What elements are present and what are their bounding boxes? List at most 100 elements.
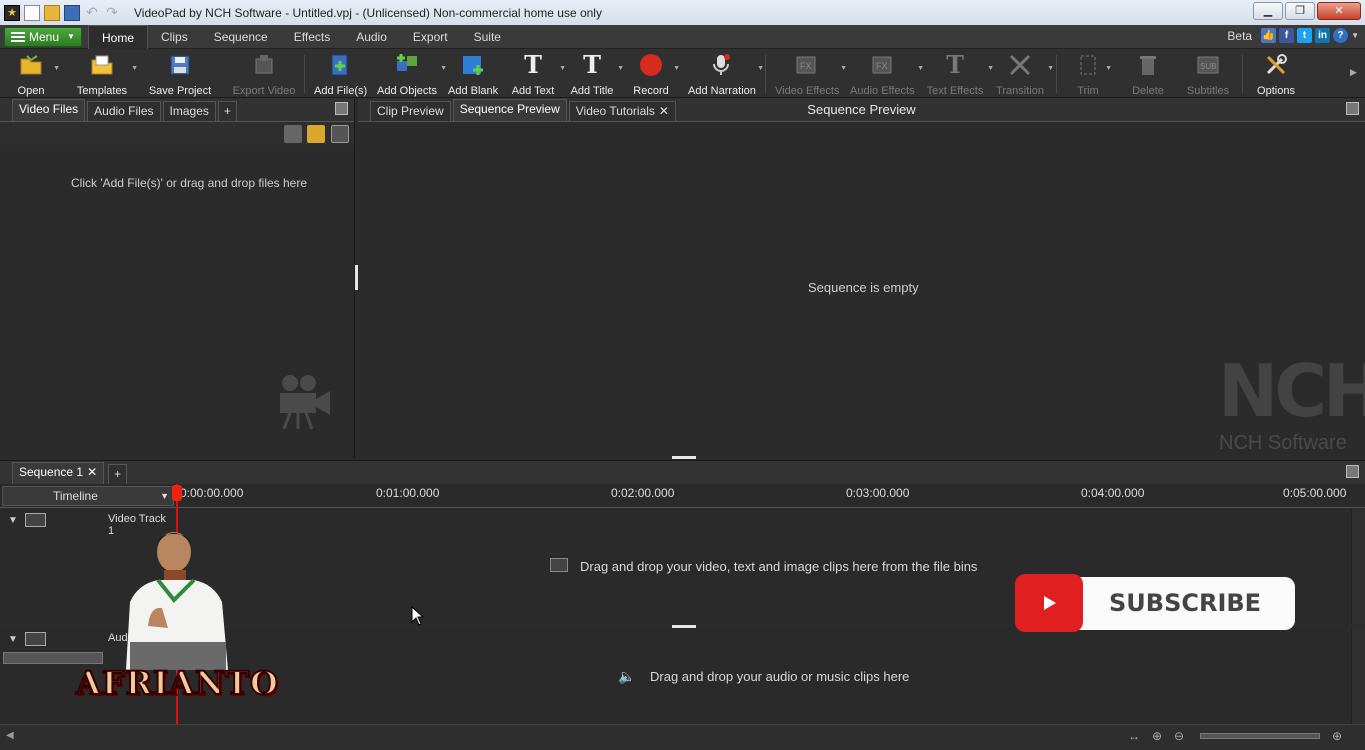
collapse-triangle-icon[interactable]: ▼ [8,634,18,645]
new-folder-icon[interactable] [307,125,325,143]
chevron-down-icon[interactable]: ▼ [840,65,847,72]
options-label: Options [1257,85,1295,97]
chevron-down-icon[interactable]: ▼ [53,65,60,72]
chevron-down-icon[interactable]: ▼ [917,65,924,72]
options-button[interactable]: Options [1256,53,1296,97]
save-disk-icon [168,53,192,77]
record-button[interactable]: Record ▼ [632,53,680,97]
facebook-icon[interactable]: f [1279,28,1295,43]
audio-drop-message: Drag and drop your audio or music clips … [650,669,910,684]
export-video-label: Export Video [232,85,296,97]
zoom-in-icon[interactable]: ⊕ [1332,729,1342,743]
speaker-icon[interactable] [25,632,46,646]
fit-width-icon[interactable]: ↔ [1128,729,1140,743]
record-circle-icon [639,53,663,77]
templates-button[interactable]: Templates ▼ [76,53,138,97]
add-sequence-button[interactable]: + [108,464,128,484]
collapse-triangle-icon[interactable]: ▼ [8,515,18,526]
add-files-button[interactable]: Add File(s) [314,53,367,97]
tab-audio[interactable]: Audio [343,25,400,49]
tab-suite[interactable]: Suite [461,25,514,49]
trash-icon[interactable] [284,125,302,143]
playhead-handle[interactable] [172,485,182,501]
add-text-button[interactable]: T Add Text ▼ [510,53,566,98]
tab-export[interactable]: Export [400,25,461,49]
undock-icon[interactable] [1346,465,1359,478]
menu-button[interactable]: Menu ▼ [4,26,82,47]
video-track-scrollbar[interactable] [1351,509,1365,624]
timeline-mode-select[interactable]: Timeline ▼ [2,486,174,506]
help-icon[interactable]: ? [1333,28,1349,43]
tab-effects[interactable]: Effects [281,25,343,49]
add-blank-button[interactable]: Add Blank [448,53,498,97]
audio-effects-button[interactable]: FX Audio Effects ▼ [850,53,924,97]
save-disk-icon[interactable] [64,4,80,21]
chevron-down-icon: ▼ [67,32,75,41]
save-project-button[interactable]: Save Project [148,53,212,97]
trim-button[interactable]: Trim ▼ [1074,53,1112,97]
redo-icon[interactable]: ↷ [104,5,120,21]
splitter-grip[interactable] [672,456,696,459]
chevron-down-icon[interactable]: ▼ [440,65,447,72]
text-effects-button[interactable]: T Text Effects ▼ [926,50,994,98]
app-logo-icon[interactable]: ★ [4,4,20,21]
text-effects-icon: T [946,50,964,79]
tab-sequence-1[interactable]: Sequence 1 ✕ [12,462,105,484]
undo-icon[interactable]: ↶ [84,5,100,21]
zoom-out-icon[interactable]: ⊖ [1174,729,1184,743]
title-bar: ★ ↶ ↷ VideoPad by NCH Software - Untitle… [0,0,1365,25]
maximize-button[interactable]: ❐ [1285,2,1315,20]
export-video-button[interactable]: Export Video [232,53,296,97]
eye-visibility-icon[interactable] [25,513,46,527]
record-label: Record [633,85,669,97]
like-icon[interactable]: 👍 [1261,28,1277,43]
chevron-down-icon[interactable]: ▼ [987,65,994,72]
timeline-zoom-slider[interactable] [1200,733,1320,739]
undock-icon[interactable] [1346,102,1359,115]
more-arrow-icon[interactable]: ▶ [1350,67,1357,78]
list-view-icon[interactable] [331,125,349,143]
chevron-down-icon[interactable]: ▼ [617,65,624,72]
add-objects-button[interactable]: Add Objects ▼ [377,53,447,97]
tab-home[interactable]: Home [88,24,149,49]
chevron-down-icon[interactable]: ▼ [131,65,138,72]
undock-icon[interactable] [335,102,348,115]
tab-video-files[interactable]: Video Files [12,99,86,121]
timeline-ruler[interactable]: Timeline ▼ 0:00:00.000 0:01:00.000 0:02:0… [0,484,1365,508]
zoom-in-icon[interactable]: ⊕ [1152,729,1162,743]
twitter-icon[interactable]: t [1297,28,1313,43]
chevron-down-icon[interactable]: ▼ [1351,31,1359,40]
time-tick: 0:00:00.000 [180,486,244,500]
add-files-icon [328,53,352,77]
trim-icon [1076,53,1100,77]
tab-images[interactable]: Images [162,101,216,121]
delete-button[interactable]: Delete [1130,53,1166,97]
audio-track-scrollbar[interactable] [1351,628,1365,724]
video-effects-button[interactable]: FX Video Effects ▼ [775,53,847,97]
close-icon[interactable]: ✕ [87,465,97,479]
transition-button[interactable]: Transition ▼ [996,53,1054,97]
chevron-down-icon[interactable]: ▼ [1105,65,1112,72]
open-button[interactable]: Open ▼ [12,53,60,97]
new-file-icon[interactable] [24,4,40,21]
chevron-down-icon[interactable]: ▼ [757,65,764,72]
open-folder-icon[interactable] [44,4,60,21]
chevron-down-icon[interactable]: ▼ [559,65,566,72]
scroll-left-arrow-icon[interactable]: ◀ [6,730,14,741]
tab-sequence[interactable]: Sequence [201,25,281,49]
subscribe-button-overlay[interactable]: SUBSCRIBE [1015,574,1295,632]
linkedin-icon[interactable]: in [1315,28,1331,43]
chevron-down-icon[interactable]: ▼ [1047,65,1054,72]
add-title-button[interactable]: T Add Title ▼ [570,53,624,98]
svg-text:SUB: SUB [1200,62,1216,71]
chevron-down-icon[interactable]: ▼ [673,65,680,72]
add-narration-button[interactable]: Add Narration ▼ [688,53,764,97]
add-bin-button[interactable]: + [217,101,237,121]
timeline-horizontal-scrollbar[interactable]: ◀ ↔ ⊕ ⊖ ⊕ [0,724,1365,750]
tab-clips[interactable]: Clips [148,25,201,49]
subtitles-button[interactable]: SUB Subtitles [1186,53,1230,97]
minimize-button[interactable]: ▁ [1253,2,1283,20]
volume-slider[interactable] [3,652,103,664]
tab-audio-files[interactable]: Audio Files [87,101,161,121]
close-button[interactable]: ✕ [1317,2,1361,20]
